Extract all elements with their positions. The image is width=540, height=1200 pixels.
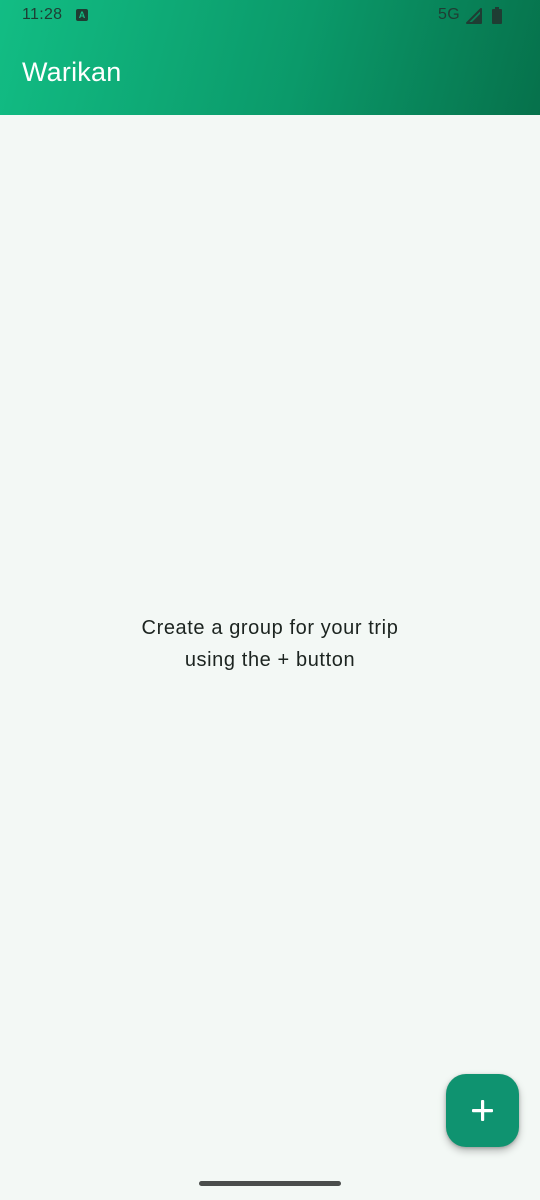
top-app-bar: 11:28 A 5G Warikan — [0, 0, 540, 115]
status-bar: 11:28 A 5G — [0, 0, 540, 32]
app-title: Warikan — [22, 57, 122, 87]
signal-icon — [466, 8, 482, 24]
battery-icon — [492, 7, 502, 24]
empty-state-message: Create a group for your trip using the +… — [141, 617, 399, 671]
status-time: 11:28 — [22, 6, 63, 23]
group-list-area: Create a group for your trip using the +… — [0, 115, 540, 1200]
plus-icon — [472, 1100, 493, 1121]
network-type: 5G — [438, 6, 460, 23]
home-indicator[interactable] — [199, 1181, 341, 1186]
add-group-button[interactable] — [446, 1074, 519, 1147]
a-icon: A — [76, 9, 88, 21]
